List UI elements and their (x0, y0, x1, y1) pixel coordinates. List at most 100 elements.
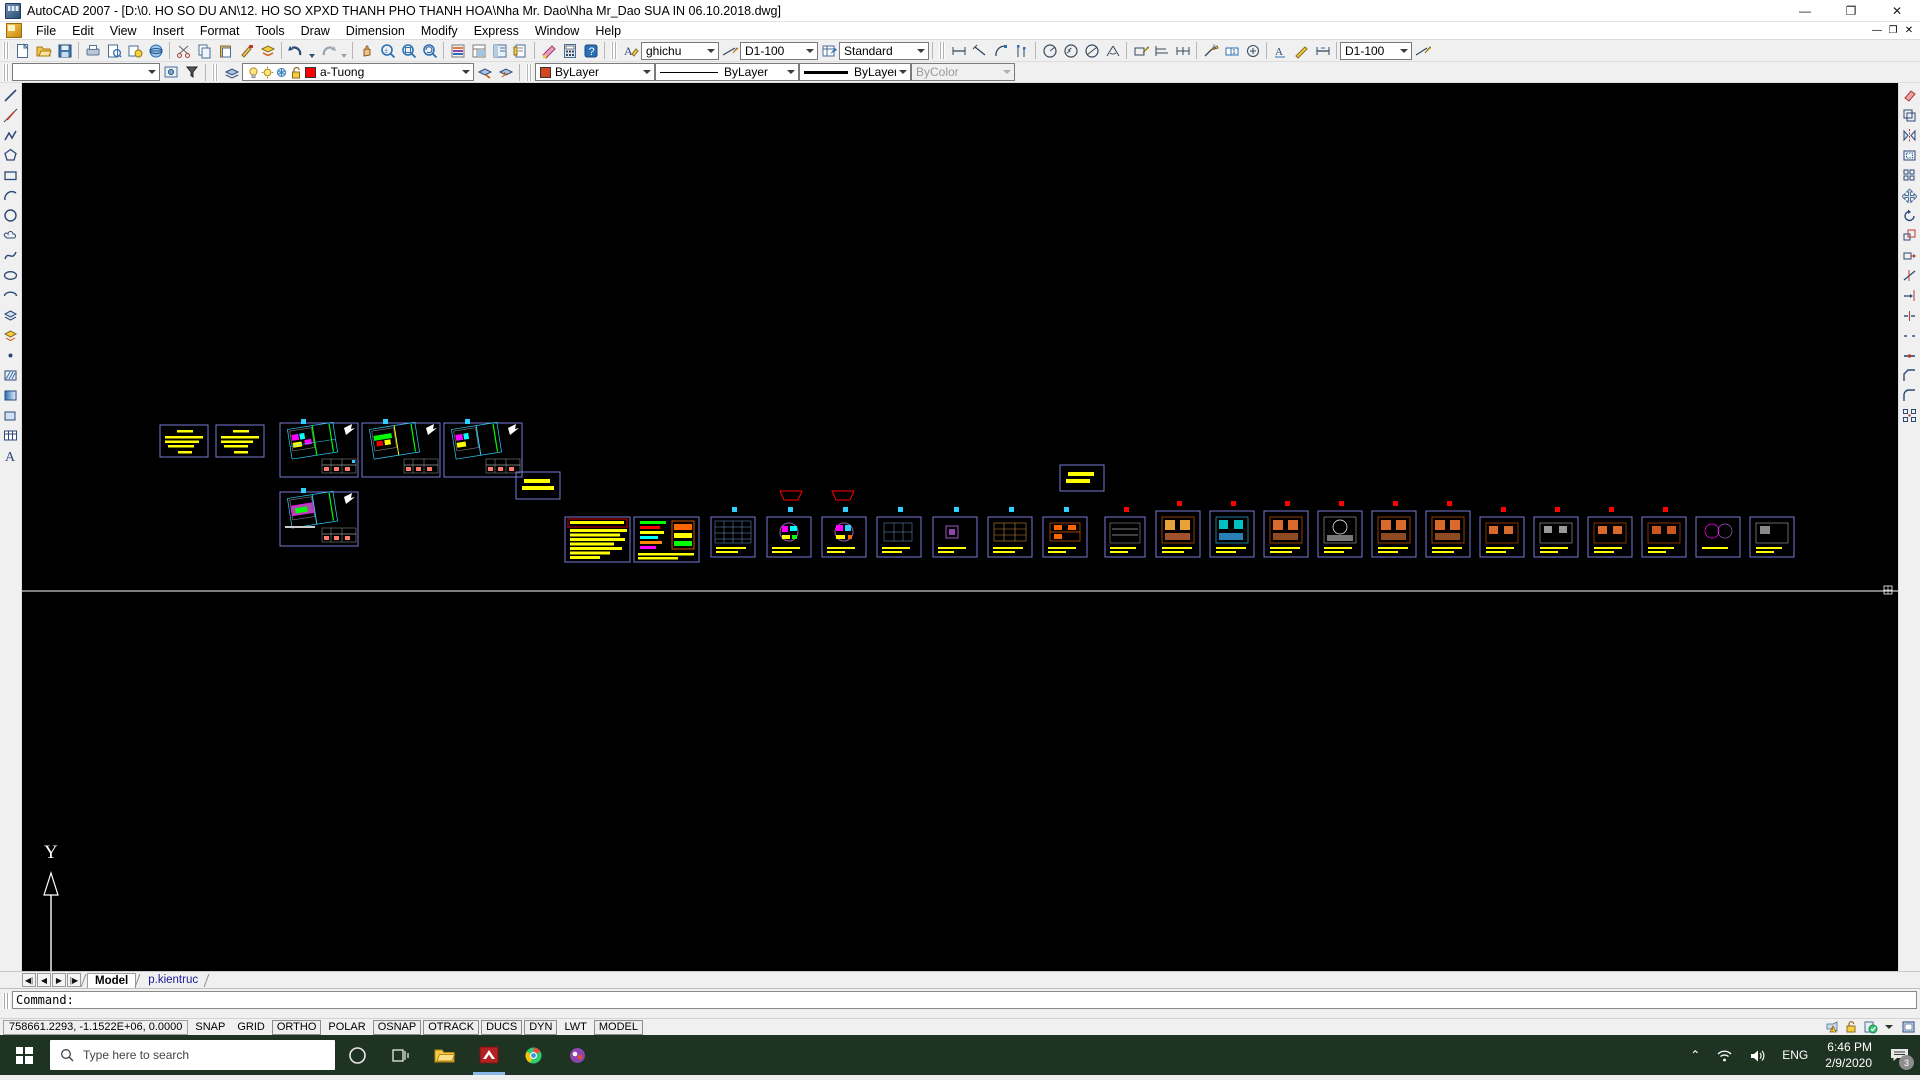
status-toggle-snap[interactable]: SNAP (190, 1020, 230, 1035)
lineweight-combo[interactable]: ByLayer (799, 63, 911, 81)
hatch-icon[interactable] (1, 366, 21, 385)
chevron-down-icon[interactable] (784, 64, 798, 80)
status-toggle-ducs[interactable]: DUCS (481, 1019, 523, 1035)
status-toggle-lwt[interactable]: LWT (559, 1020, 591, 1035)
tab-nav-next[interactable]: ▶ (52, 973, 66, 987)
chevron-down-icon[interactable] (896, 64, 910, 80)
text-style-icon[interactable]: A (620, 41, 641, 61)
pan-icon[interactable] (356, 41, 377, 61)
quick-calc-icon[interactable] (559, 41, 580, 61)
continue-dimension-icon[interactable] (1172, 41, 1193, 61)
break-at-point-icon[interactable] (1900, 306, 1920, 325)
status-toggle-polar[interactable]: POLAR (323, 1020, 370, 1035)
fillet-icon[interactable] (1900, 386, 1920, 405)
zoom-window-icon[interactable] (398, 41, 419, 61)
tray-chevron-icon[interactable]: ⌃ (1683, 1035, 1707, 1075)
dimension-style-manager-icon[interactable] (1412, 41, 1433, 61)
break-icon[interactable] (1900, 326, 1920, 345)
color-combo[interactable]: ByLayer (535, 63, 655, 81)
toolbar-grip[interactable] (3, 63, 9, 81)
status-toggle-model[interactable]: MODEL (593, 1019, 643, 1035)
rectangle-icon[interactable] (1, 166, 21, 185)
zoom-realtime-icon[interactable]: ± (377, 41, 398, 61)
maximize-button[interactable]: ❐ (1828, 0, 1874, 22)
language-indicator[interactable]: ENG (1775, 1035, 1815, 1075)
ellipse-icon[interactable] (1, 266, 21, 285)
volume-icon[interactable] (1742, 1035, 1773, 1075)
tray-menu-icon[interactable] (1881, 1020, 1897, 1035)
save-icon[interactable] (54, 41, 75, 61)
plot-icon[interactable] (82, 41, 103, 61)
quick-leader-icon[interactable]: A (1200, 41, 1221, 61)
lock-open-icon[interactable] (289, 66, 302, 79)
construction-line-icon[interactable] (1, 106, 21, 125)
copy-object-icon[interactable] (1900, 106, 1920, 125)
sun-icon[interactable] (261, 66, 274, 79)
extend-icon[interactable] (1900, 286, 1920, 305)
menu-draw[interactable]: Draw (293, 23, 338, 39)
wifi-icon[interactable] (1709, 1035, 1740, 1075)
quick-dimension-icon[interactable] (1130, 41, 1151, 61)
dimension-style-combo[interactable]: D1-100 (740, 41, 818, 60)
markup-icon[interactable] (538, 41, 559, 61)
designcenter-icon[interactable] (468, 41, 489, 61)
text-style-combo[interactable]: ghichu (641, 41, 719, 60)
dimension-text-edit-icon[interactable] (1291, 41, 1312, 61)
status-toggle-otrack[interactable]: OTRACK (423, 1019, 480, 1035)
trusted-autodesk-icon[interactable] (1862, 1020, 1878, 1035)
properties-icon[interactable] (447, 41, 468, 61)
mirror-icon[interactable] (1900, 126, 1920, 145)
tab-nav-first[interactable]: ◀| (22, 973, 36, 987)
arc-length-icon[interactable] (990, 41, 1011, 61)
move-icon[interactable] (1900, 186, 1920, 205)
status-toggle-osnap[interactable]: OSNAP (372, 1019, 422, 1035)
layer-states-icon[interactable] (160, 62, 181, 82)
linear-dimension-icon[interactable] (948, 41, 969, 61)
jogged-dimension-icon[interactable] (1060, 41, 1081, 61)
publish-icon[interactable] (124, 41, 145, 61)
polyline-icon[interactable] (1, 126, 21, 145)
chevron-down-icon[interactable] (1000, 64, 1014, 80)
sheet-set-icon[interactable] (510, 41, 531, 61)
multiline-text-icon[interactable]: A (1, 446, 21, 465)
tab-nav-prev[interactable]: ◀ (37, 973, 51, 987)
open-icon[interactable] (33, 41, 54, 61)
search-input[interactable]: Type here to search (50, 1040, 335, 1070)
coordinates-display[interactable]: 758661.2293, -1.1522E+06, 0.0000 (3, 1019, 189, 1035)
cortana-icon[interactable] (335, 1035, 379, 1075)
polygon-icon[interactable] (1, 146, 21, 165)
notification-icon[interactable]: 3 (1882, 1035, 1916, 1075)
table-style-combo[interactable]: Standard (839, 41, 929, 60)
toolbar-grip[interactable] (3, 42, 9, 59)
spline-icon[interactable] (1, 246, 21, 265)
circle-icon[interactable] (1, 206, 21, 225)
chevron-down-icon[interactable] (1397, 43, 1411, 59)
command-input[interactable]: Command: (12, 991, 1917, 1009)
freeze-icon[interactable] (275, 66, 288, 79)
menu-dimension[interactable]: Dimension (338, 23, 413, 39)
chrome-icon[interactable] (511, 1035, 555, 1075)
unikey-icon[interactable] (555, 1035, 599, 1075)
inner-minimize-button[interactable]: — (1869, 25, 1885, 36)
cut-icon[interactable] (173, 41, 194, 61)
properties-toolbar-grip[interactable] (526, 63, 532, 81)
join-icon[interactable] (1900, 346, 1920, 365)
autocad-taskbar-icon[interactable] (467, 1035, 511, 1075)
menu-modify[interactable]: Modify (413, 23, 466, 39)
baseline-dimension-icon[interactable] (1151, 41, 1172, 61)
3d-walk-icon[interactable] (145, 41, 166, 61)
menu-view[interactable]: View (102, 23, 145, 39)
dimension-edit-icon[interactable]: A (1270, 41, 1291, 61)
radius-dimension-icon[interactable] (1039, 41, 1060, 61)
arc-icon[interactable] (1, 186, 21, 205)
offset-icon[interactable] (1900, 146, 1920, 165)
close-button[interactable]: ✕ (1874, 0, 1920, 22)
ellipse-arc-icon[interactable] (1, 286, 21, 305)
status-toggle-grid[interactable]: GRID (232, 1020, 270, 1035)
chevron-down-icon[interactable] (914, 43, 928, 59)
dimension-toolbar-grip[interactable] (939, 42, 945, 59)
menu-format[interactable]: Format (192, 23, 248, 39)
chevron-down-icon[interactable] (145, 64, 159, 80)
block-editor-icon[interactable] (257, 41, 278, 61)
scale-icon[interactable] (1900, 226, 1920, 245)
